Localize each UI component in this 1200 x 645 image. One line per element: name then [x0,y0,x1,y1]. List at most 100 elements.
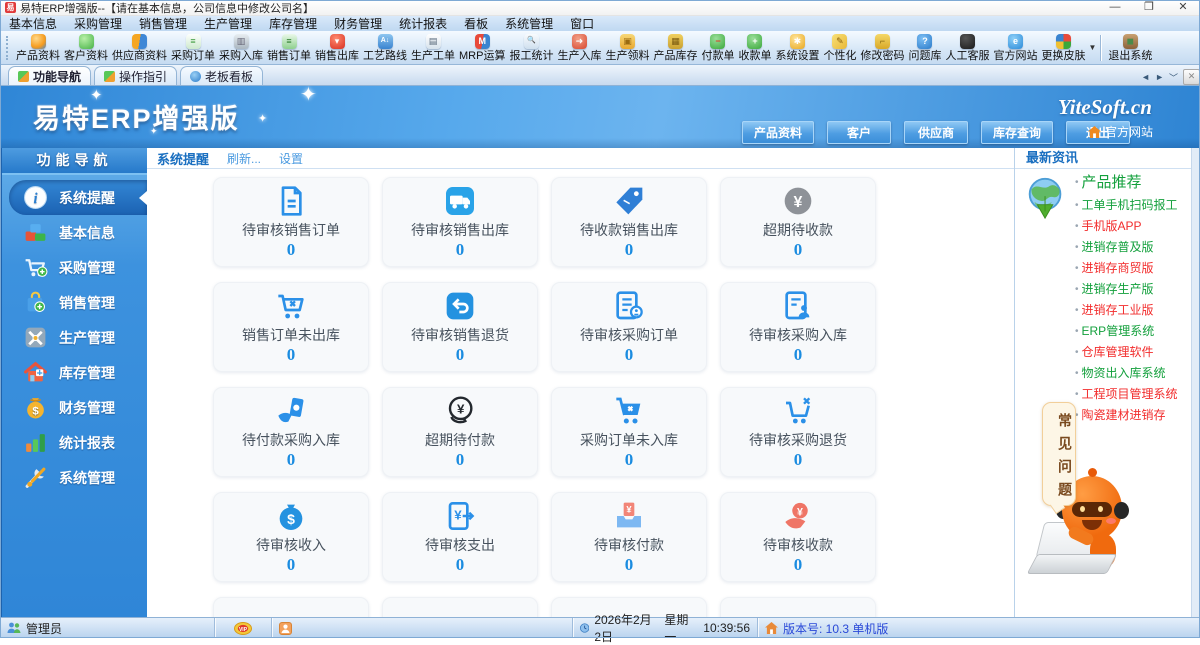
maximize-button[interactable]: ❐ [1132,0,1166,15]
menu-item[interactable]: 系统管理 [505,15,553,32]
menu-item[interactable]: 基本信息 [9,15,57,32]
toolbar-item-customer[interactable]: 客户资料 [62,33,110,63]
toolbar-item-supplier[interactable]: 供应商资料 [110,33,169,63]
toolbar-item-settings[interactable]: ✱ 系统设置 [773,33,821,63]
toolbar-item-website[interactable]: e 官方网站 [991,33,1039,63]
banner-button-客户[interactable]: 客户 [827,121,892,144]
banner-button-产品资料[interactable]: 产品资料 [742,121,815,144]
news-link[interactable]: • 进销存工业版 [1075,300,1190,321]
reminder-card-待收款销售出库[interactable]: 待收款销售出库 0 [551,177,707,267]
refresh-link[interactable]: 刷新... [227,150,261,167]
reminder-card[interactable] [382,597,538,617]
toolbar-item-exit[interactable]: ◼ 退出系统 [1106,33,1154,63]
reminder-card-销售订单未出库[interactable]: 销售订单未出库 0 [213,282,369,372]
menu-item[interactable]: 财务管理 [334,15,382,32]
sidebar-item-统计报表[interactable]: 统计报表 [2,425,147,460]
toolbar-item-purchase-in[interactable]: ▥ 采购入库 [217,33,265,63]
news-link[interactable]: • 工单手机扫码报工 [1075,195,1190,216]
toolbar-item-product-stock[interactable]: ▦ 产品库存 [651,33,699,63]
toolbar-item-label: 采购订单 [171,49,215,62]
toolbar-item-report-stats[interactable]: 🔍 报工统计 [507,33,555,63]
tab-scroll-left-icon[interactable]: ◄ [1141,72,1150,82]
menu-item[interactable]: 生产管理 [204,15,252,32]
toolbar-item-payment[interactable]: − 付款单 [699,33,736,63]
toolbar-item-process-route[interactable]: A↓ 工艺路线 [361,33,409,63]
tab-功能导航[interactable]: 功能导航 [8,66,92,85]
official-site-link[interactable]: 官方网站 [1088,123,1153,140]
minimize-button[interactable]: — [1098,0,1132,15]
menu-item[interactable]: 窗口 [570,15,594,32]
faq-bubble[interactable]: 常见问题 [1042,402,1076,506]
menu-item[interactable]: 采购管理 [74,15,122,32]
tab-老板看板[interactable]: 老板看板 [180,66,264,85]
toolbar-item-material-issue[interactable]: ▣ 生产领料 [603,33,651,63]
toolbar-item-receipt[interactable]: + 收款单 [736,33,773,63]
news-link[interactable]: • 工程项目管理系统 [1075,384,1190,405]
sidebar-item-销售管理[interactable]: 销售管理 [2,285,147,320]
tab-scroll-right-icon[interactable]: ► [1155,72,1164,82]
news-link[interactable]: • 进销存商贸版 [1075,258,1190,279]
toolbar-item-product[interactable]: 产品资料 [14,33,62,63]
reminder-card-待审核收款[interactable]: ¥ 待审核收款 0 [720,492,876,582]
tab-操作指引[interactable]: 操作指引 [94,66,178,85]
toolbar-item-skin[interactable]: 更换皮肤 ▼ [1039,33,1096,63]
toolbar-item-personalize[interactable]: ✎ 个性化 [821,33,858,63]
toolbar-item-purchase-order[interactable]: ≡ 采购订单 [169,33,217,63]
sidebar-item-生产管理[interactable]: 生产管理 [2,320,147,355]
reminder-card-待审核销售出库[interactable]: 待审核销售出库 0 [382,177,538,267]
sidebar-item-采购管理[interactable]: 采购管理 [2,250,147,285]
dropdown-caret-icon[interactable]: ▼ [1088,43,1096,52]
sidebar-item-财务管理[interactable]: $ 财务管理 [2,390,147,425]
reminder-card-value: 0 [455,239,465,259]
reminder-card-待付款采购入库[interactable]: 待付款采购入库 0 [213,387,369,477]
reminder-card-待审核销售订单[interactable]: 待审核销售订单 0 [213,177,369,267]
toolbar-item-mrp[interactable]: M MRP运算 [457,33,507,63]
menu-item[interactable]: 看板 [464,15,488,32]
menu-item[interactable]: 统计报表 [399,15,447,32]
toolbar-item-password[interactable]: ⌐ 修改密码 [858,33,906,63]
reminder-card[interactable] [720,597,876,617]
toolbar-item-production-in[interactable]: ➜ 生产入库 [555,33,603,63]
reminder-card-待审核支出[interactable]: ¥ 待审核支出 0 [382,492,538,582]
reminder-card-待审核收入[interactable]: $ 待审核收入 0 [213,492,369,582]
menu-item[interactable]: 库存管理 [269,15,317,32]
reminder-card-待审核采购退货[interactable]: 待审核采购退货 0 [720,387,876,477]
reminder-card-待审核销售退货[interactable]: 待审核销售退货 0 [382,282,538,372]
toolbar-item-label: 生产领料 [605,49,650,62]
banner-button-供应商[interactable]: 供应商 [904,121,969,144]
news-link[interactable]: • 仓库管理软件 [1075,342,1190,363]
scrollbar-track[interactable] [1191,148,1199,617]
news-link[interactable]: • 产品推荐 [1075,171,1190,195]
toolbar-item-sales-out[interactable]: ▾ 销售出库 [313,33,361,63]
banner-button-库存查询[interactable]: 库存查询 [981,121,1054,144]
reminder-card-待审核付款[interactable]: ¥ 待审核付款 0 [551,492,707,582]
sidebar-item-系统管理[interactable]: 系统管理 [2,460,147,495]
tab-list-icon[interactable]: ﹀ [1169,71,1178,84]
sidebar-item-库存管理[interactable]: 库存管理 [2,355,147,390]
news-link[interactable]: • 手机版APP [1075,216,1190,237]
bullet-icon: • [1075,347,1079,358]
news-link[interactable]: • 陶瓷建材进销存 [1075,405,1190,426]
toolbar-item-question[interactable]: ? 问题库 [906,33,943,63]
news-link[interactable]: • 物资出入库系统 [1075,363,1190,384]
toolbar-item-sales-order[interactable]: ≡ 销售订单 [265,33,313,63]
close-button[interactable]: ✕ [1166,0,1200,15]
toolbar-item-service[interactable]: 人工客服 [943,33,991,63]
reminder-card-超期待付款[interactable]: ¥ 超期待付款 0 [382,387,538,477]
tab-close-icon[interactable]: ✕ [1183,69,1200,85]
reminder-card[interactable] [213,597,369,617]
svg-text:¥: ¥ [454,507,462,522]
reminder-card-待审核采购入库[interactable]: 待审核采购入库 0 [720,282,876,372]
reminder-card-待审核采购订单[interactable]: 待审核采购订单 0 [551,282,707,372]
settings-link[interactable]: 设置 [279,150,303,167]
sidebar-item-基本信息[interactable]: 基本信息 [2,215,147,250]
news-link[interactable]: • 进销存普及版 [1075,237,1190,258]
toolbar-item-work-order[interactable]: ▤ 生产工单 [409,33,457,63]
news-link[interactable]: • 进销存生产版 [1075,279,1190,300]
reminder-card-采购订单未入库[interactable]: 采购订单未入库 0 [551,387,707,477]
news-link[interactable]: • ERP管理系统 [1075,321,1190,342]
menu-item[interactable]: 销售管理 [139,15,187,32]
reminder-card-超期待收款[interactable]: ¥ 超期待收款 0 [720,177,876,267]
sidebar-item-系统提醒[interactable]: i 系统提醒 [9,180,147,215]
news-link-label: 物资出入库系统 [1081,366,1166,380]
